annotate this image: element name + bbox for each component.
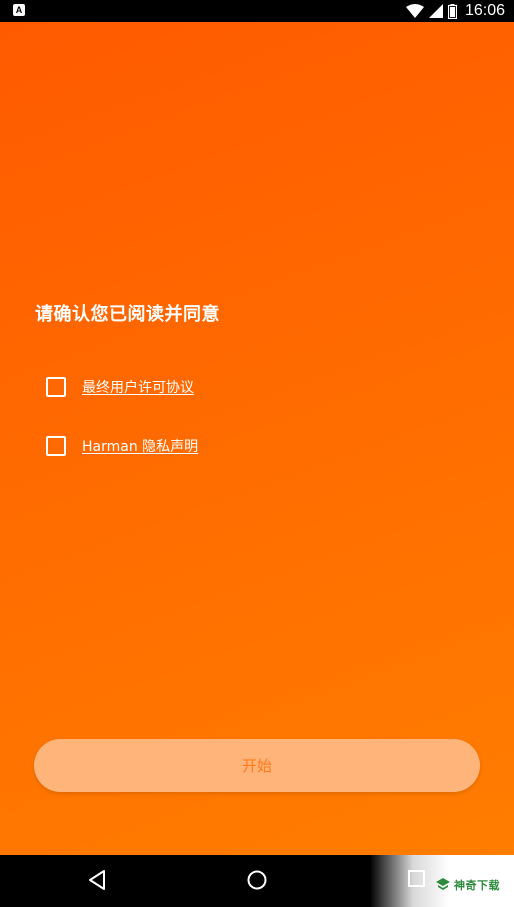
start-button[interactable]: 开始 — [34, 739, 480, 792]
watermark-text: 神奇下载 — [454, 879, 500, 892]
consent-item-privacy[interactable]: Harman 隐私声明 — [46, 436, 198, 456]
wifi-icon — [405, 4, 424, 18]
home-icon[interactable] — [246, 869, 268, 891]
app-notification-icon: A — [13, 4, 25, 16]
eula-checkbox[interactable] — [46, 377, 66, 397]
privacy-checkbox[interactable] — [46, 436, 66, 456]
status-time: 16:06 — [464, 2, 505, 19]
status-bar: A 16:06 — [0, 0, 514, 22]
watermark-logo-icon — [436, 878, 450, 890]
consent-item-eula[interactable]: 最终用户许可协议 — [46, 377, 194, 397]
main-content: 请确认您已阅读并同意 最终用户许可协议 Harman 隐私声明 — [0, 22, 514, 855]
watermark: 神奇下载 — [370, 855, 514, 907]
eula-link[interactable]: 最终用户许可协议 — [82, 377, 194, 397]
status-icons: 16:06 — [405, 0, 505, 22]
consent-heading: 请确认您已阅读并同意 — [35, 304, 220, 325]
privacy-link[interactable]: Harman 隐私声明 — [82, 436, 198, 456]
battery-icon — [447, 3, 457, 19]
cell-signal-icon — [428, 4, 443, 18]
back-icon[interactable] — [87, 869, 107, 891]
